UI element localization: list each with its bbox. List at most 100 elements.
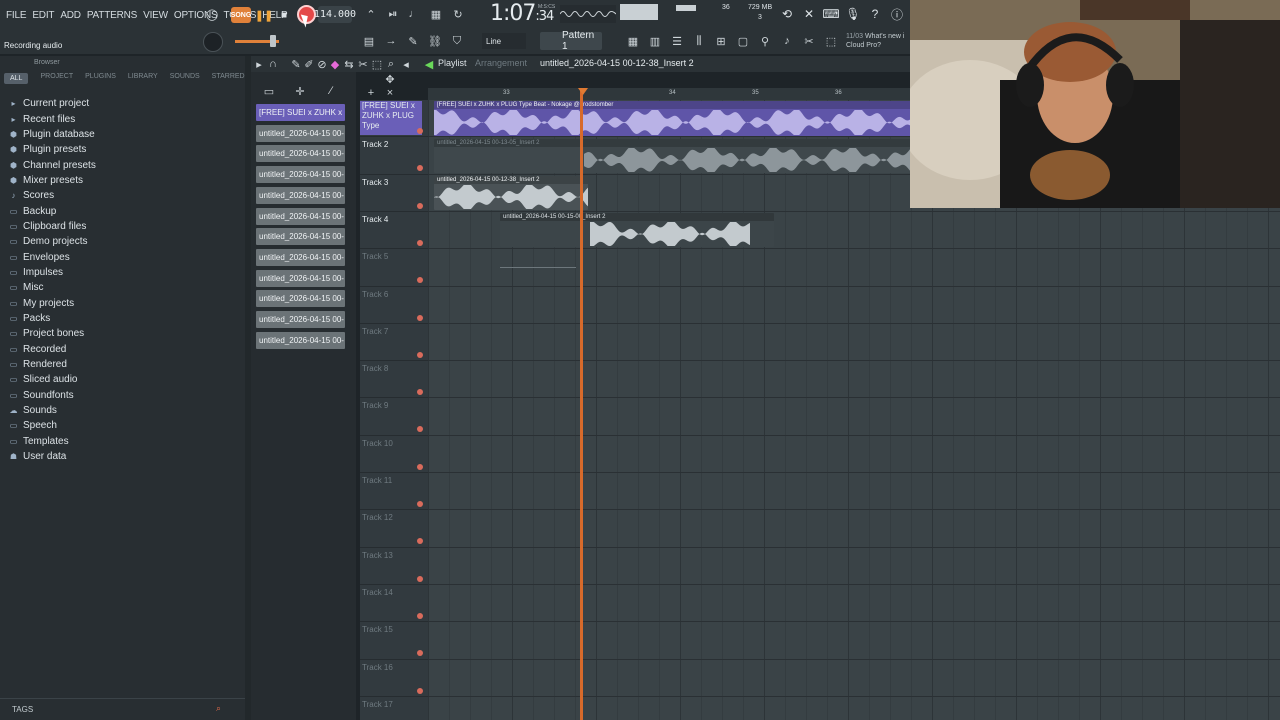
track-name[interactable]: Track 6 — [362, 290, 388, 299]
clip-source-item[interactable]: untitled_2026-04-15 00- — [256, 166, 345, 184]
help-icon[interactable]: ? — [866, 4, 884, 24]
tempo-tap-icon[interactable]: ♪ — [778, 32, 796, 50]
track-name[interactable]: Track 10 — [362, 439, 393, 448]
track-name[interactable]: Track 7 — [362, 327, 388, 336]
slip-tool-icon[interactable]: ⇆ — [343, 56, 355, 72]
pause-button[interactable]: ❚❚ — [255, 6, 273, 24]
track-name[interactable]: Track 4 — [362, 215, 388, 224]
draw-tool-icon[interactable]: ✎ — [290, 56, 302, 72]
track-name[interactable]: Track 14 — [362, 588, 393, 597]
clip-source-item[interactable]: untitled_2026-04-15 00- — [256, 311, 345, 328]
arrow-icon[interactable]: → — [382, 32, 400, 50]
stamp-icon[interactable]: ⛉ — [448, 32, 466, 50]
menu-patterns[interactable]: PATTERNS — [87, 10, 137, 21]
clip-source-item[interactable]: untitled_2026-04-15 00- — [256, 248, 345, 266]
typing-keyboard-icon[interactable]: ⌨ — [822, 4, 840, 24]
browser-item[interactable]: ▭ Rendered — [8, 357, 240, 372]
song-mode-button[interactable]: SONG — [231, 7, 251, 23]
undo-history-icon[interactable]: ⟲ — [778, 4, 796, 24]
browser-item[interactable]: ▭ Packs — [8, 311, 240, 326]
plugin-icon[interactable]: ⚲ — [756, 32, 774, 50]
hint-knob-icon[interactable]: ◯ — [203, 5, 221, 23]
stop-button[interactable]: ■ — [277, 6, 291, 24]
browser-toggle-icon[interactable]: ⊞ — [712, 32, 730, 50]
browser-item[interactable]: ▭ Project bones — [8, 326, 240, 341]
zoom-tool-icon[interactable]: ⌕ — [385, 56, 397, 72]
browser-item[interactable]: ▭ My projects — [8, 295, 240, 310]
select-tool-icon[interactable]: ⬚ — [371, 56, 383, 72]
browser-item[interactable]: ▭ Soundfonts — [8, 388, 240, 403]
track-name[interactable]: Track 12 — [362, 513, 393, 522]
browser-item[interactable]: ⬢ Plugin database — [8, 127, 240, 142]
browser-item[interactable]: ▭ Impulses — [8, 265, 240, 280]
menu-file[interactable]: FILE — [6, 10, 27, 21]
search-icon[interactable]: ⌕ — [216, 703, 221, 714]
clip-source-item[interactable]: untitled_2026-04-15 00- — [256, 331, 345, 349]
master-pitch-handle[interactable] — [270, 35, 276, 47]
slice-tool-icon[interactable]: ✂ — [357, 56, 369, 72]
browser-item[interactable]: ☗ User data — [8, 449, 240, 464]
tab-plugins[interactable]: PLUGINS — [85, 73, 116, 84]
clip-source-item[interactable]: untitled_2026-04-15 00- — [256, 290, 345, 308]
browser-item[interactable]: ▭ Demo projects — [8, 234, 240, 249]
master-volume-knob[interactable] — [203, 32, 223, 52]
track-record-arm[interactable] — [417, 128, 423, 134]
browser-item[interactable]: ☁ Sounds — [8, 403, 240, 418]
audio-clip[interactable]: untitled_2026-04-15 00-12-38_Insert 2 — [434, 176, 588, 210]
track-record-arm[interactable] — [417, 687, 423, 694]
playhead[interactable] — [580, 88, 583, 720]
clip-source-item[interactable]: untitled_2026-04-15 00- — [256, 269, 345, 287]
add-clip-icon[interactable]: ✛ — [291, 82, 309, 100]
close-track-icon[interactable]: × — [383, 86, 397, 100]
step-edit-icon[interactable]: ▦ — [427, 5, 445, 23]
track-record-arm[interactable] — [417, 575, 423, 582]
link-icon[interactable]: ⛓ — [426, 32, 444, 50]
playlist-icon[interactable]: ▦ — [624, 32, 642, 50]
track-name[interactable]: Track 11 — [362, 476, 392, 485]
browser-item[interactable]: ▭ Sliced audio — [8, 372, 240, 387]
tempo-display[interactable]: 114.000 — [314, 6, 356, 23]
clip-tool-icon[interactable]: ∕ — [322, 82, 340, 100]
tab-sounds[interactable]: SOUNDS — [170, 73, 200, 84]
microphone-icon[interactable]: 🎙 — [844, 4, 862, 24]
menu-edit[interactable]: EDIT — [32, 10, 54, 21]
mixer-icon[interactable]: ▤ — [360, 32, 378, 50]
clip-source-item[interactable]: untitled_2026-04-15 00- — [256, 186, 345, 204]
tab-library[interactable]: LIBRARY — [128, 73, 158, 84]
info-icon[interactable]: ⓘ — [888, 4, 906, 24]
playlist-menu-arrow-icon[interactable]: ▸ — [253, 56, 265, 72]
track-record-arm[interactable] — [417, 501, 423, 507]
tools-icon[interactable]: ✂ — [800, 32, 818, 50]
browser-item[interactable]: ▭ Backup — [8, 203, 240, 218]
browser-item[interactable]: ▭ Templates — [8, 434, 240, 449]
paint-tool-icon[interactable]: ✐ — [303, 56, 315, 72]
clip-source-item[interactable]: untitled_2026-04-15 00- — [256, 207, 345, 225]
browser-item[interactable]: ▭ Misc — [8, 280, 240, 295]
browser-item[interactable]: ⬢ Plugin presets — [8, 142, 240, 157]
track-record-arm[interactable] — [417, 463, 423, 470]
mute-tool-icon[interactable]: ◆ — [329, 56, 341, 72]
playhead-marker[interactable] — [578, 88, 588, 95]
playlist-play-icon[interactable]: ◀ — [422, 56, 436, 72]
track-record-arm[interactable] — [417, 202, 423, 209]
tab-all[interactable]: ALL — [4, 73, 29, 84]
clip-source-item[interactable]: untitled_2026-04-15 00- — [256, 228, 345, 246]
clip-source-item[interactable]: untitled_2026-04-15 00- — [256, 124, 345, 142]
add-track-icon[interactable]: + — [364, 86, 378, 100]
track-record-arm[interactable] — [417, 351, 423, 358]
scroll-arrows-icon[interactable]: ✥ — [383, 72, 397, 86]
mixer-view-icon[interactable]: ⫼ — [690, 32, 708, 50]
track-name[interactable]: Track 5 — [362, 252, 388, 261]
browser-item[interactable]: ▸ Recent files — [8, 111, 240, 126]
delete-tool-icon[interactable]: ⊘ — [316, 56, 328, 72]
browser-item[interactable]: ▭ Speech — [8, 418, 240, 433]
pencil-icon[interactable]: ✎ — [404, 32, 422, 50]
track-name[interactable]: Track 3 — [362, 178, 388, 187]
pattern-selector[interactable]: Pattern 1 — [540, 30, 602, 52]
browser-item[interactable]: ▭ Recorded — [8, 342, 240, 357]
track-name[interactable]: Track 17 — [362, 700, 393, 709]
track-name[interactable]: Track 9 — [362, 401, 388, 410]
menu-add[interactable]: ADD — [60, 10, 81, 21]
track-record-arm[interactable] — [417, 314, 423, 321]
track-record-arm[interactable] — [417, 612, 423, 619]
